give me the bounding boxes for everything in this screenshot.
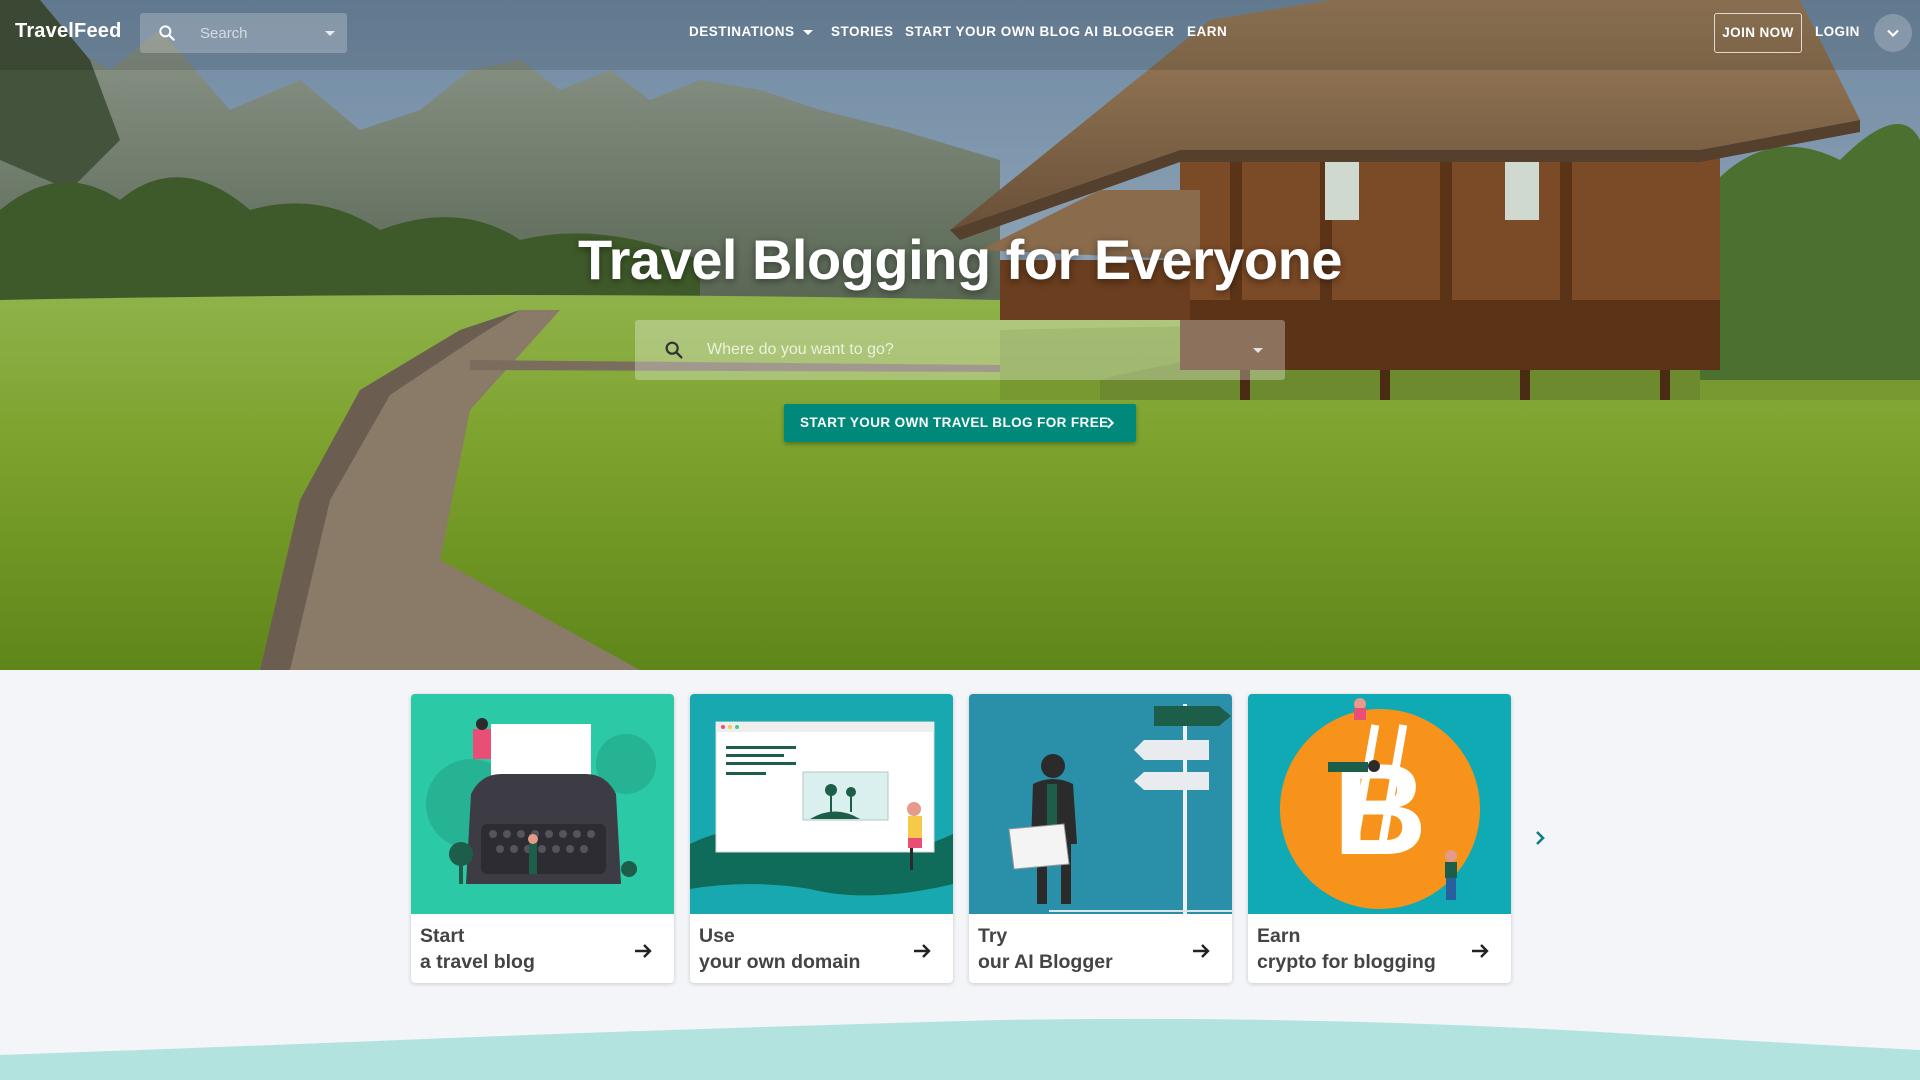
start-blog-cta-button[interactable]: START YOUR OWN TRAVEL BLOG FOR FREE <box>784 404 1136 442</box>
nav-earn[interactable]: EARN <box>1187 24 1227 39</box>
card-text: Start a travel blog <box>420 923 535 975</box>
feature-card-ai-blogger[interactable]: Try our AI Blogger <box>969 694 1232 983</box>
card-subtitle: our AI Blogger <box>978 951 1113 973</box>
arrow-right-icon <box>1193 944 1210 958</box>
card-text: Try our AI Blogger <box>978 923 1113 975</box>
feature-card-earn-crypto[interactable]: B Earn crypto for blogging <box>1248 694 1511 983</box>
join-now-button[interactable]: JOIN NOW <box>1714 13 1802 53</box>
nav-ai-blogger[interactable]: AI BLOGGER <box>1084 24 1175 39</box>
nav-start-blog[interactable]: START YOUR OWN BLOG <box>905 24 1081 39</box>
website-illustration <box>690 694 953 914</box>
cta-label: START YOUR OWN TRAVEL BLOG FOR FREE <box>800 415 1109 430</box>
dropdown-caret-icon[interactable] <box>1253 348 1263 353</box>
card-title: Try <box>978 925 1008 947</box>
search-icon <box>159 25 175 41</box>
destination-search-input[interactable] <box>707 320 1207 380</box>
decorative-wave <box>0 1018 1920 1080</box>
hero-search-box[interactable] <box>635 320 1285 380</box>
nav-search-input[interactable] <box>200 13 310 53</box>
nav-destinations-label: DESTINATIONS <box>689 24 795 39</box>
card-title: Use <box>699 925 735 947</box>
nav-destinations[interactable]: DESTINATIONS <box>689 24 813 39</box>
bitcoin-illustration: B <box>1248 694 1511 914</box>
card-subtitle: your own domain <box>699 951 861 973</box>
nav-search-box[interactable] <box>140 13 347 53</box>
card-text: Earn crypto for blogging <box>1257 923 1436 975</box>
nav-stories[interactable]: STORIES <box>831 24 894 39</box>
caret-down-icon <box>802 29 813 35</box>
account-menu-button[interactable] <box>1874 14 1912 52</box>
chevron-right-icon <box>1107 417 1115 429</box>
dropdown-caret-icon[interactable] <box>325 31 335 36</box>
login-button[interactable]: LOGIN <box>1815 24 1860 39</box>
arrow-right-icon <box>914 944 931 958</box>
svg-text:B: B <box>1333 736 1427 882</box>
hero-title: Travel Blogging for Everyone <box>578 228 1342 291</box>
card-title: Start <box>420 925 465 947</box>
arrow-right-icon <box>1472 944 1489 958</box>
brand-logo[interactable]: TravelFeed <box>15 20 122 43</box>
search-icon <box>665 341 683 359</box>
top-navbar: TravelFeed DESTINATIONS STORIES START YO… <box>0 0 1920 64</box>
chevron-down-icon <box>1887 29 1899 38</box>
typewriter-illustration <box>411 694 674 914</box>
arrow-right-icon <box>635 944 652 958</box>
card-text: Use your own domain <box>699 923 860 975</box>
feature-card-start-blog[interactable]: Start a travel blog <box>411 694 674 983</box>
carousel-next-chevron-icon[interactable] <box>1528 826 1552 850</box>
card-title: Earn <box>1257 925 1301 947</box>
signpost-illustration <box>969 694 1232 914</box>
card-subtitle: a travel blog <box>420 951 535 973</box>
feature-card-own-domain[interactable]: Use your own domain <box>690 694 953 983</box>
card-subtitle: crypto for blogging <box>1257 951 1436 973</box>
